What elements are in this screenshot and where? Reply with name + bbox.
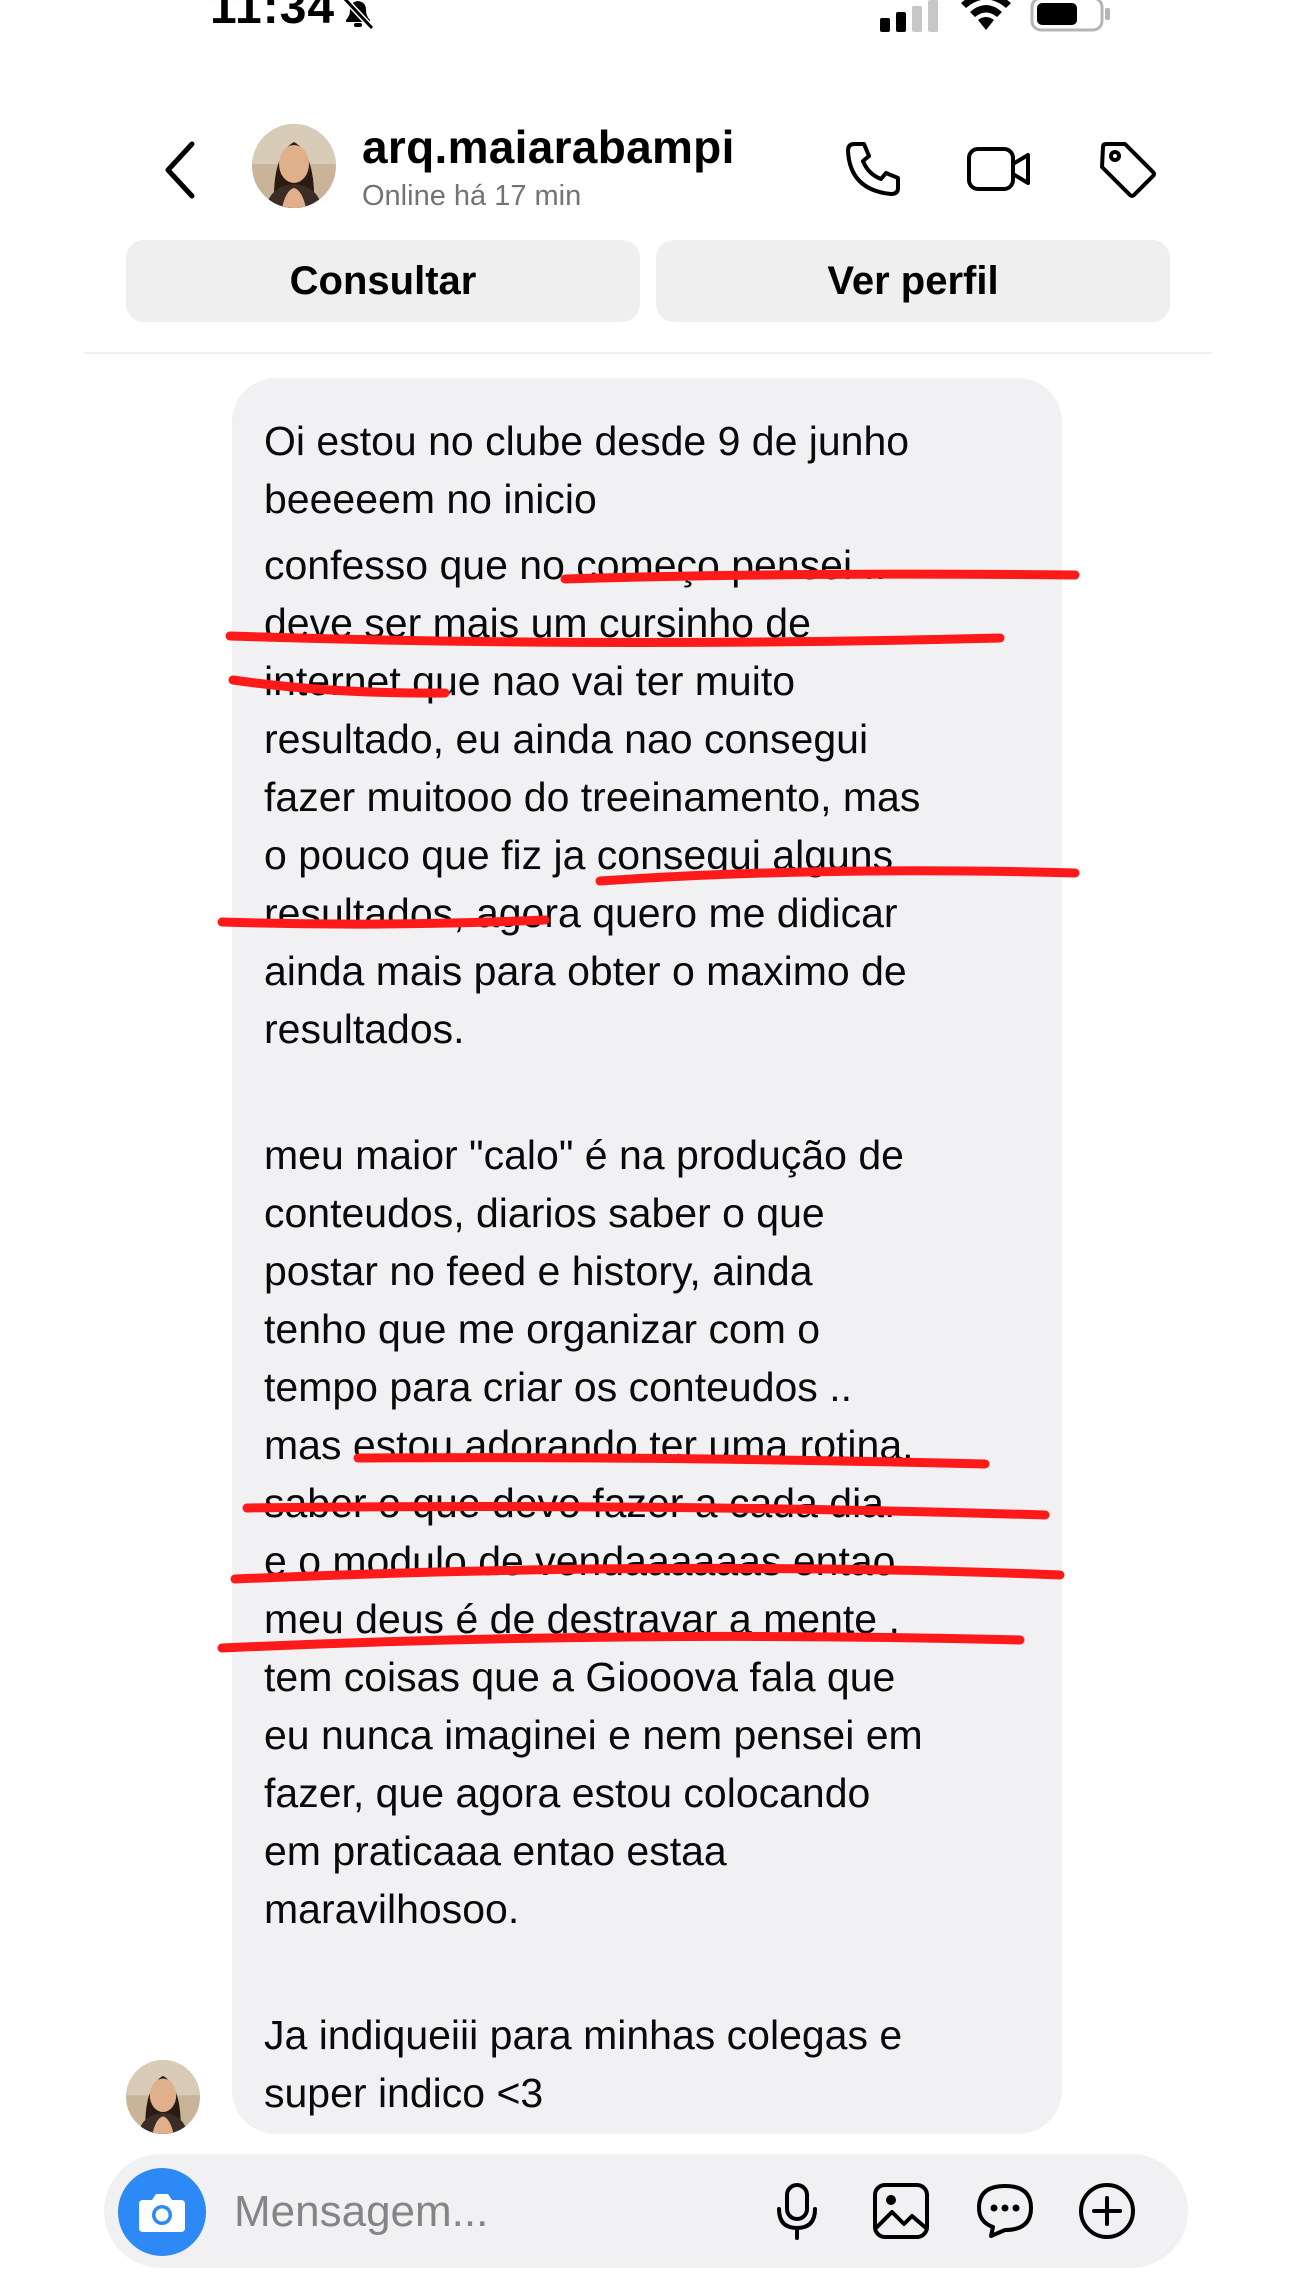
message-line: meu maior "calo" é na produção de (264, 1132, 904, 1178)
message-line: tempo para criar os conteudos .. (264, 1364, 852, 1410)
message-line: em praticaaa entao estaa (264, 1828, 727, 1874)
avatar[interactable] (252, 124, 336, 208)
online-status: Online há 17 min (362, 180, 582, 212)
message-line: deve ser mais um cursinho de (264, 600, 811, 646)
video-call-button[interactable] (964, 134, 1034, 204)
message-line: saber o que devo fazer a cada dia. (264, 1480, 896, 1526)
call-button[interactable] (838, 134, 908, 204)
video-icon (967, 147, 1030, 191)
more-options-button[interactable] (1076, 2180, 1138, 2242)
back-icon (165, 141, 195, 199)
gallery-button[interactable] (870, 2180, 932, 2242)
mic-icon (777, 2183, 817, 2240)
message-line: Ja indiqueiii para minhas colegas e (264, 2012, 903, 2058)
message-line: eu nunca imaginei e nem pensei em (264, 1712, 923, 1758)
message-line: mas estou adorando ter uma rotina, (264, 1422, 914, 1468)
message-line: fazer, que agora estou colocando (264, 1770, 871, 1816)
plus-icon (1079, 2183, 1135, 2239)
message-line: Oi estou no clube desde 9 de junho (264, 418, 910, 464)
message-input[interactable] (232, 2176, 736, 2248)
voice-message-button[interactable] (766, 2180, 828, 2242)
gallery-icon (873, 2183, 929, 2239)
status-bar: 11:34 (0, 0, 1290, 40)
message-bubble[interactable]: Oi estou no clube desde 9 de junho beeee… (232, 378, 1062, 2134)
message-line: resultado, eu ainda nao consegui (264, 716, 869, 762)
divider (84, 352, 1212, 354)
message-line: maravilhosoo. (264, 1886, 520, 1932)
phone-icon (846, 142, 900, 196)
tag-button[interactable] (1092, 134, 1162, 204)
sticker-button[interactable] (974, 2180, 1036, 2242)
view-profile-button[interactable]: Ver perfil (656, 240, 1170, 322)
message-line: o pouco que fiz ja consegui alguns (264, 832, 894, 878)
message-line: ainda mais para obter o maximo de (264, 948, 907, 994)
message-line: e o modulo de vendaaaaaas entao (264, 1538, 896, 1584)
message-line: resultados, agora quero me didicar (264, 890, 898, 936)
tag-icon (1100, 142, 1156, 198)
bell-slash-icon (341, 0, 375, 31)
message-line: beeeeem no inicio (264, 476, 597, 522)
message-line: conteudos, diarios saber o que (264, 1190, 825, 1236)
camera-button[interactable] (118, 2168, 206, 2256)
message-line: postar no feed e history, ainda (264, 1248, 813, 1294)
message-composer (104, 2154, 1188, 2268)
message-paragraph: Ja indiqueiii para minhas colegas e supe… (264, 2006, 1032, 2122)
sender-avatar[interactable] (126, 2060, 200, 2134)
username[interactable]: arq.maiarabampi (362, 120, 735, 174)
sticker-icon (977, 2184, 1033, 2238)
wifi-icon (961, 0, 1011, 30)
message-line: tem coisas que a Giooova fala que (264, 1654, 896, 1700)
camera-icon (139, 2194, 185, 2232)
chat-header: arq.maiarabampi Online há 17 min (0, 110, 1290, 230)
message-line: internet que nao vai ter muito (264, 658, 796, 704)
status-time: 11:34 (210, 0, 336, 34)
message-paragraph: Oi estou no clube desde 9 de junho beeee… (264, 412, 1032, 1058)
message-line: meu deus é de destravar a mente , (264, 1596, 900, 1642)
message-line: confesso que no começo pensei .. (264, 542, 887, 588)
back-button[interactable] (150, 130, 210, 210)
battery-icon (1030, 0, 1110, 32)
message-line: tenho que me organizar com o (264, 1306, 821, 1352)
message-line: super indico <3 (264, 2070, 544, 2116)
message-line: resultados. (264, 1006, 465, 1052)
message-paragraph: meu maior "calo" é na produção de conteu… (264, 1126, 1032, 1938)
signal-icon (880, 0, 938, 32)
consult-button[interactable]: Consultar (126, 240, 640, 322)
message-line: fazer muitooo do treeinamento, mas (264, 774, 921, 820)
